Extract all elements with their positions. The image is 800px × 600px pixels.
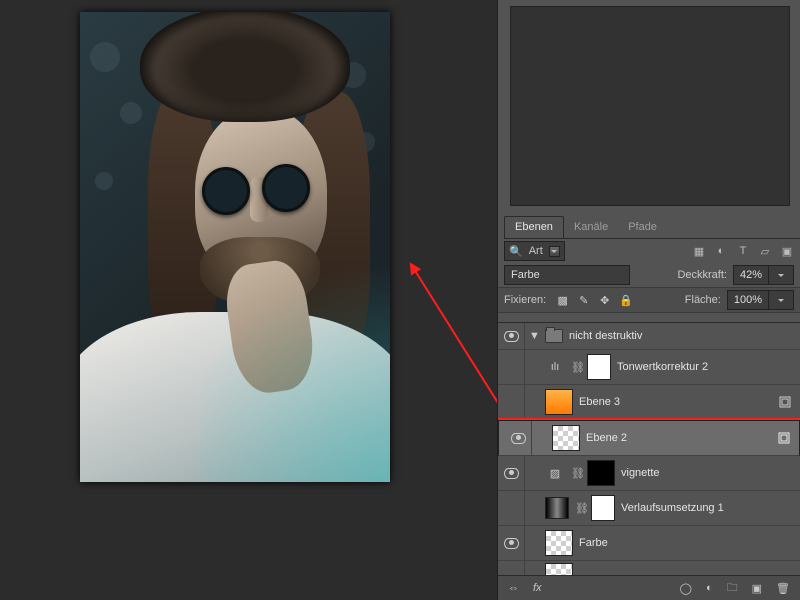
document-image (80, 12, 390, 482)
eye-icon (504, 331, 519, 342)
layer-item[interactable]: Farbe (498, 526, 800, 561)
folder-icon (545, 329, 563, 343)
eye-icon (504, 538, 519, 549)
layer-name[interactable]: Verlaufsumsetzung 1 (621, 502, 724, 514)
lock-position-icon[interactable]: ✥ (598, 294, 611, 307)
navigator-placeholder (510, 6, 790, 206)
layer-thumbnail[interactable] (552, 425, 580, 451)
visibility-toggle[interactable] (498, 456, 525, 490)
link-icon: ⛓ (571, 467, 581, 480)
visibility-toggle[interactable] (498, 491, 525, 525)
opacity-label: Deckkraft: (677, 269, 727, 281)
lock-transparency-icon[interactable]: ▩ (556, 294, 569, 307)
canvas-area (0, 0, 490, 600)
smart-object-icon (778, 395, 792, 409)
layer-name[interactable]: Tonwertkorrektur 2 (617, 361, 708, 373)
layer-mask[interactable] (591, 495, 615, 521)
gradient-map-icon (545, 497, 569, 519)
visibility-toggle[interactable] (498, 322, 525, 353)
layer-filter-type[interactable]: 🔍 Art (504, 241, 565, 261)
blend-mode-select[interactable]: Farbe (504, 265, 630, 285)
layer-item[interactable]: Ebene 3 (498, 385, 800, 420)
layers-bottom-bar: ⇔ fx ◯ ◐ 🗀 ▣ 🗑 (498, 575, 800, 600)
adjustment-icon[interactable]: ◐ (706, 582, 713, 594)
lock-pixels-icon[interactable]: ✎ (577, 294, 590, 307)
layer-mask[interactable] (587, 354, 611, 380)
new-layer-icon[interactable]: ▣ (752, 582, 762, 595)
layer-group[interactable]: ▼ nicht destruktiv (498, 323, 800, 350)
levels-icon: ılı (545, 357, 565, 377)
lock-all-icon[interactable]: 🔒 (619, 294, 632, 307)
layer-item[interactable]: ılı ⛓ Tonwertkorrektur 2 (498, 350, 800, 385)
layer-item[interactable]: ▨ ⛓ vignette (498, 456, 800, 491)
filter-shape-icon[interactable]: ▱ (758, 245, 772, 258)
fill-input[interactable]: 100% (727, 290, 794, 310)
search-icon: 🔍 (509, 245, 523, 258)
eye-icon (504, 468, 519, 479)
layer-name[interactable]: Ebene 3 (579, 396, 620, 408)
visibility-toggle[interactable] (498, 350, 525, 384)
chevron-down-icon (768, 291, 793, 309)
opacity-value: 42% (734, 269, 768, 281)
link-icon: ⛓ (571, 361, 581, 374)
visibility-toggle[interactable] (498, 561, 525, 576)
lock-label: Fixieren: (504, 294, 546, 306)
layer-name[interactable]: Ebene 2 (586, 432, 627, 444)
link-icon: ⛓ (575, 502, 585, 515)
opacity-input[interactable]: 42% (733, 265, 794, 285)
layer-list: ▼ nicht destruktiv ılı ⛓ Tonwertkorrektu… (498, 322, 800, 576)
group-icon[interactable]: 🗀 (727, 579, 738, 598)
eye-icon (511, 433, 526, 444)
tab-channels[interactable]: Kanäle (564, 217, 618, 238)
smartfilter-icon: ▨ (545, 463, 565, 483)
tab-paths[interactable]: Pfade (618, 217, 667, 238)
right-dock: Ebenen Kanäle Pfade 🔍 Art ▦ ◐ T ▱ ▣ Farb… (497, 0, 800, 600)
fill-label: Fläche: (685, 294, 721, 306)
tab-layers[interactable]: Ebenen (504, 216, 564, 238)
chevron-down-icon (768, 266, 793, 284)
mask-icon[interactable]: ◯ (680, 582, 692, 595)
chevron-down-icon (549, 246, 560, 257)
layer-thumbnail[interactable] (545, 530, 573, 556)
panel-tabs: Ebenen Kanäle Pfade (504, 216, 800, 239)
fill-value: 100% (728, 294, 768, 306)
layer-name[interactable]: vignette (621, 467, 660, 479)
layer-item-selected[interactable]: Ebene 2 (498, 420, 800, 456)
filter-icons: ▦ ◐ T ▱ ▣ (692, 245, 794, 258)
twirl-down-icon[interactable]: ▼ (529, 330, 539, 342)
filter-adjust-icon[interactable]: ◐ (714, 245, 728, 258)
filter-smart-icon[interactable]: ▣ (780, 245, 794, 258)
layer-name[interactable]: Farbe (579, 537, 608, 549)
trash-icon[interactable]: 🗑 (776, 582, 790, 595)
layer-item[interactable]: ⛓ Verlaufsumsetzung 1 (498, 491, 800, 526)
group-name[interactable]: nicht destruktiv (569, 330, 642, 342)
layer-thumbnail[interactable] (545, 389, 573, 415)
filter-pixel-icon[interactable]: ▦ (692, 245, 706, 258)
layer-thumbnail[interactable] (587, 460, 615, 486)
layer-item[interactable] (498, 561, 800, 576)
link-layers-icon[interactable]: ⇔ (508, 582, 519, 594)
visibility-toggle[interactable] (505, 421, 532, 455)
filter-label: Art (529, 245, 543, 257)
visibility-toggle[interactable] (498, 526, 525, 560)
smart-object-icon (777, 431, 791, 445)
fx-icon[interactable]: fx (533, 582, 542, 594)
filter-type-icon[interactable]: T (736, 245, 750, 258)
visibility-toggle[interactable] (498, 385, 525, 419)
